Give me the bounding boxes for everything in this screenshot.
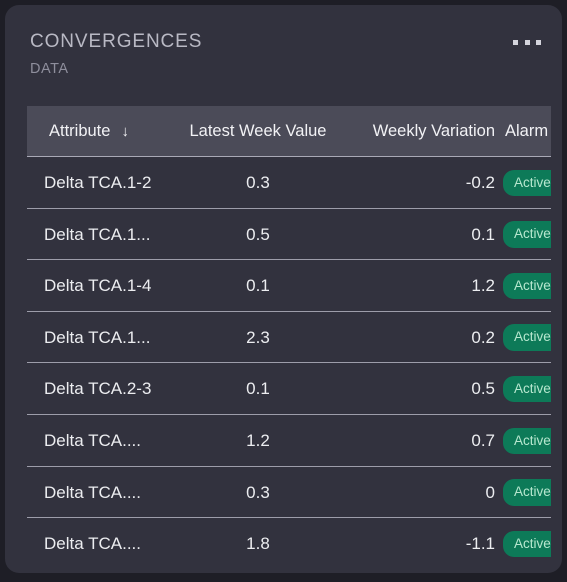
cell-weekly-variation: -0.2	[465, 173, 495, 192]
cell-weekly-variation: 0.2	[471, 327, 495, 347]
cell-latest-week-value: 2.3	[246, 327, 270, 347]
cell-attribute: Delta TCA....	[44, 430, 141, 450]
table-row[interactable]: Delta TCA.... 0.3 0 Active	[27, 467, 551, 519]
ellipsis-horizontal-icon[interactable]	[510, 33, 544, 51]
cell-latest-week-value: 1.2	[246, 430, 270, 450]
cell-alarm: Active	[503, 363, 551, 415]
cell-alarm: Active	[503, 518, 551, 570]
cell-latest-week-value: 0.5	[246, 224, 270, 244]
status-badge: Active	[503, 169, 551, 197]
table-header-row: Attribute ↓ Latest Week Value Weekly Vari…	[27, 106, 551, 157]
menu-dot	[536, 39, 541, 45]
table-row[interactable]: Delta TCA.1... 2.3 0.2 Active	[27, 312, 551, 364]
cell-attribute: Delta TCA.1...	[44, 224, 151, 244]
column-header-weekly-variation[interactable]: Weekly Variation	[357, 106, 495, 156]
cell-weekly-variation: 0.1	[471, 224, 495, 244]
arrow-down-icon: ↓	[121, 123, 129, 140]
status-badge: Active	[503, 272, 551, 300]
cell-attribute: Delta TCA....	[44, 482, 141, 502]
cell-attribute: Delta TCA.1...	[44, 327, 151, 347]
menu-dot	[513, 39, 518, 45]
cell-weekly-variation: 0	[485, 482, 495, 502]
cell-alarm: Active	[503, 209, 551, 261]
status-badge: Active	[503, 221, 551, 248]
column-header-alarm[interactable]: Alarm	[505, 106, 548, 156]
cell-attribute: Delta TCA....	[44, 534, 141, 554]
data-table: Attribute ↓ Latest Week Value Weekly Vari…	[27, 106, 551, 573]
table-row[interactable]: Delta TCA.1... 0.5 0.1 Active	[27, 209, 551, 261]
card-header: CONVERGENCES DATA	[5, 5, 562, 101]
status-badge: Active	[503, 479, 551, 506]
menu-dot	[524, 39, 530, 45]
page-title: CONVERGENCES	[30, 31, 203, 52]
cell-alarm: Active	[503, 415, 551, 467]
status-badge: Active	[503, 427, 551, 455]
cell-weekly-variation: 0.7	[471, 430, 495, 450]
cell-weekly-variation: -1.1	[465, 534, 495, 554]
cell-attribute: Delta TCA.1-4	[44, 276, 152, 296]
column-header-attribute-label: Attribute	[49, 122, 111, 140]
card-subtitle: DATA	[30, 61, 69, 77]
convergences-card: CONVERGENCES DATA Attribute ↓ Latest Week…	[5, 5, 562, 573]
cell-alarm: Active	[503, 467, 551, 519]
cell-alarm: Active	[503, 260, 551, 312]
status-badge: Active	[503, 530, 551, 558]
column-header-latest-week-value[interactable]: Latest Week Value	[186, 106, 330, 156]
cell-weekly-variation: 0.5	[471, 379, 495, 399]
cell-attribute: Delta TCA.2-3	[44, 379, 152, 399]
table-body: Delta TCA.1-2 0.3 -0.2 Active Delta TCA.…	[27, 157, 551, 570]
status-badge: Active	[503, 324, 551, 351]
cell-latest-week-value: 1.8	[246, 534, 270, 554]
cell-latest-week-value: 0.3	[246, 482, 270, 502]
cell-alarm: Active	[503, 157, 551, 209]
table-row[interactable]: Delta TCA.1-2 0.3 -0.2 Active	[27, 157, 551, 209]
table-row[interactable]: Delta TCA.1-4 0.1 1.2 Active	[27, 260, 551, 312]
table-row[interactable]: Delta TCA.2-3 0.1 0.5 Active	[27, 363, 551, 415]
cell-latest-week-value: 0.1	[246, 379, 270, 399]
cell-weekly-variation: 1.2	[471, 276, 495, 296]
column-header-attribute[interactable]: Attribute ↓	[49, 106, 129, 156]
status-badge: Active	[503, 375, 551, 403]
cell-latest-week-value: 0.1	[246, 276, 270, 296]
table-row[interactable]: Delta TCA.... 1.8 -1.1 Active	[27, 518, 551, 570]
table-row[interactable]: Delta TCA.... 1.2 0.7 Active	[27, 415, 551, 467]
cell-latest-week-value: 0.3	[246, 173, 270, 192]
cell-alarm: Active	[503, 312, 551, 364]
cell-attribute: Delta TCA.1-2	[44, 173, 152, 192]
